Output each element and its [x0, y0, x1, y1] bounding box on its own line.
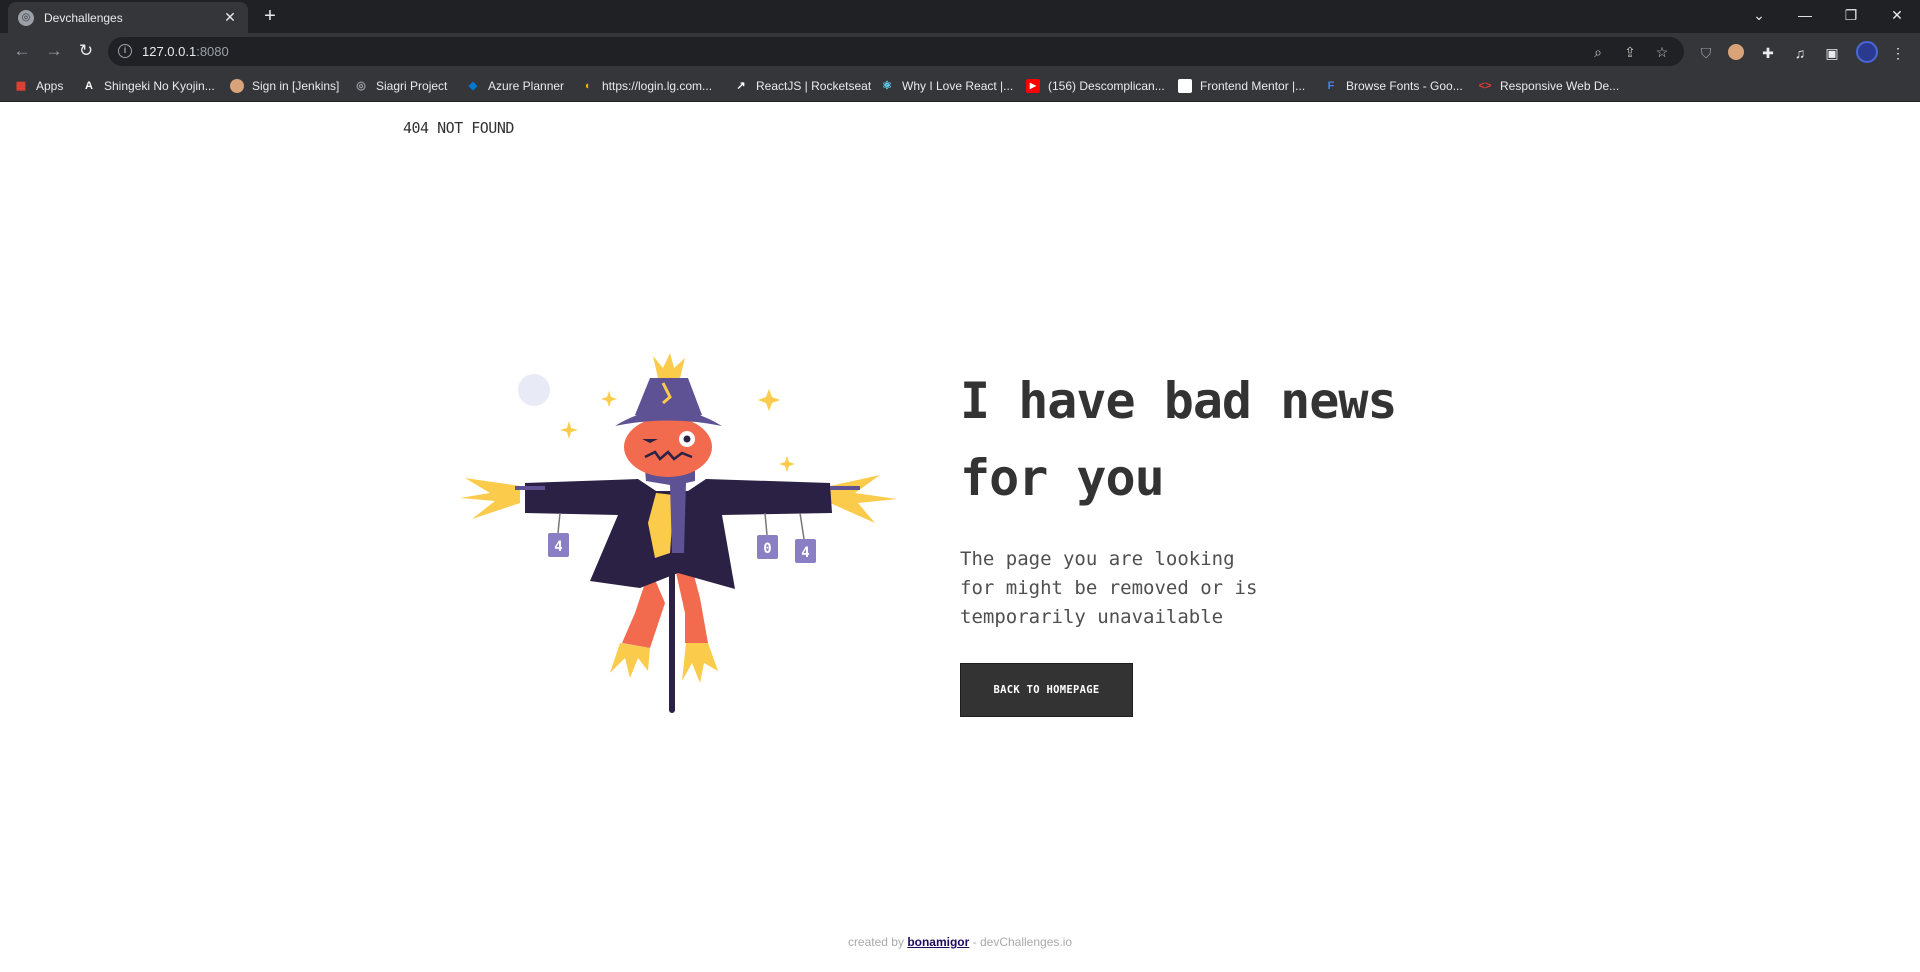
left-foot-straw	[610, 643, 650, 678]
close-window-button[interactable]: ✕	[1874, 0, 1920, 33]
menu-kebab-icon[interactable]: ⋮	[1888, 43, 1908, 63]
tab-search-icon[interactable]: ⌄	[1736, 0, 1782, 33]
hat-straw	[653, 353, 685, 378]
can-label: 0	[763, 541, 771, 557]
apps-grid-icon: ▦	[15, 80, 27, 92]
footer-credit: created by bonamigor - devChallenges.io	[0, 935, 1920, 949]
can-label: 4	[554, 539, 562, 555]
youtube-icon: ▶	[1026, 79, 1040, 93]
moon-icon	[518, 374, 550, 406]
extensions-puzzle-icon[interactable]: ✚	[1758, 43, 1778, 63]
left-sleeve-band	[515, 486, 545, 490]
page-description: The page you are looking for might be re…	[960, 548, 1258, 628]
scarecrow-illustration: 4 0 4	[460, 353, 897, 713]
bookmark-why-i-love-react[interactable]: ⚛ Why I Love React |...	[880, 77, 1013, 95]
bookmark-star-icon[interactable]: ☆	[1653, 43, 1671, 61]
sparkle-icon	[601, 391, 617, 407]
back-icon[interactable]: ←	[10, 40, 34, 64]
bookmark-apps[interactable]: ▦ Apps	[14, 77, 64, 95]
frontend-mentor-icon	[1178, 79, 1192, 93]
sparkle-icon	[779, 456, 795, 472]
sparkle-icon	[560, 421, 578, 439]
address-bar[interactable]: i 127.0.0.1:8080 ⌕ ⇪ ☆	[108, 37, 1684, 66]
back-to-homepage-button[interactable]: BACK TO HOMEPAGE	[960, 663, 1133, 717]
site-info-icon[interactable]: i	[118, 44, 132, 58]
lg-icon: ◖	[583, 80, 591, 92]
page-content: 404 NOT FOUND 4 0 4 I have bad news for …	[0, 103, 1920, 972]
right-sleeve-band	[830, 486, 860, 490]
extension-avatar-icon[interactable]	[1728, 44, 1744, 60]
profile-avatar[interactable]	[1856, 41, 1878, 63]
author-link[interactable]: bonamigor	[907, 935, 969, 949]
page-brand: 404 NOT FOUND	[403, 119, 514, 137]
globe-icon: ◎	[18, 9, 34, 26]
jenkins-icon	[230, 79, 244, 93]
bookmark-google-fonts[interactable]: F Browse Fonts - Goo...	[1324, 77, 1463, 95]
bookmark-shingeki[interactable]: A Shingeki No Kyojin...	[82, 77, 215, 95]
shield-icon[interactable]: ⛉	[1696, 43, 1716, 63]
bookmark-siagri[interactable]: ◎ Siagri Project	[354, 77, 447, 95]
browser-toolbar: ← → ↻ i 127.0.0.1:8080 ⌕ ⇪ ☆	[0, 33, 1920, 70]
close-tab-icon[interactable]: ✕	[222, 9, 238, 26]
right-foot-straw	[682, 643, 718, 683]
minimize-button[interactable]: —	[1782, 0, 1828, 33]
bookmarks-bar: ▦ Apps A Shingeki No Kyojin... Sign in […	[0, 70, 1920, 102]
bookmark-azure-planner[interactable]: ◆ Azure Planner	[466, 77, 564, 95]
bookmark-youtube[interactable]: ▶ (156) Descomplican...	[1026, 77, 1165, 95]
azure-icon: ◆	[468, 80, 478, 92]
bookmark-rocketseat[interactable]: ↗ ReactJS | Rocketseat	[734, 77, 871, 95]
side-panel-icon[interactable]: ▣	[1822, 43, 1842, 63]
footer-prefix: created by	[847, 935, 908, 949]
tab-title: Devchallenges	[44, 10, 123, 25]
tab-strip: ◎ Devchallenges ✕ + ⌄ — ❐ ✕	[0, 0, 1920, 33]
share-icon[interactable]: ⇪	[1621, 43, 1639, 61]
rocketseat-icon: ↗	[736, 80, 746, 92]
bookmark-jenkins[interactable]: Sign in [Jenkins]	[230, 77, 339, 95]
new-tab-button[interactable]: +	[258, 5, 282, 29]
footer-suffix: - devChallenges.io	[969, 935, 1073, 949]
reload-icon[interactable]: ↻	[74, 40, 98, 64]
code-icon: <>	[1478, 80, 1492, 92]
tab-devchallenges[interactable]: ◎ Devchallenges ✕	[8, 2, 248, 33]
right-hand-straw	[830, 475, 897, 523]
bookmark-frontend-mentor[interactable]: Frontend Mentor |...	[1178, 77, 1305, 95]
pumpkin-head	[624, 417, 712, 477]
forward-icon[interactable]: →	[42, 40, 66, 64]
anime-site-icon: A	[85, 80, 93, 92]
globe-icon: ◎	[356, 80, 366, 92]
bookmark-responsive-web[interactable]: <> Responsive Web De...	[1478, 77, 1620, 95]
left-hand-straw	[460, 478, 520, 519]
media-icon[interactable]: ♫	[1790, 43, 1810, 63]
bookmark-lg-login[interactable]: ◖ https://login.lg.com...	[580, 77, 712, 95]
google-fonts-icon: F	[1327, 80, 1335, 92]
restore-button[interactable]: ❐	[1828, 0, 1874, 33]
react-icon: ⚛	[882, 80, 892, 92]
can-label: 4	[801, 545, 809, 561]
sparkle-icon	[758, 389, 780, 411]
page-headline: I have bad news for you	[960, 372, 1398, 507]
zoom-icon[interactable]: ⌕	[1589, 43, 1607, 61]
url-text: 127.0.0.1:8080	[142, 44, 229, 59]
